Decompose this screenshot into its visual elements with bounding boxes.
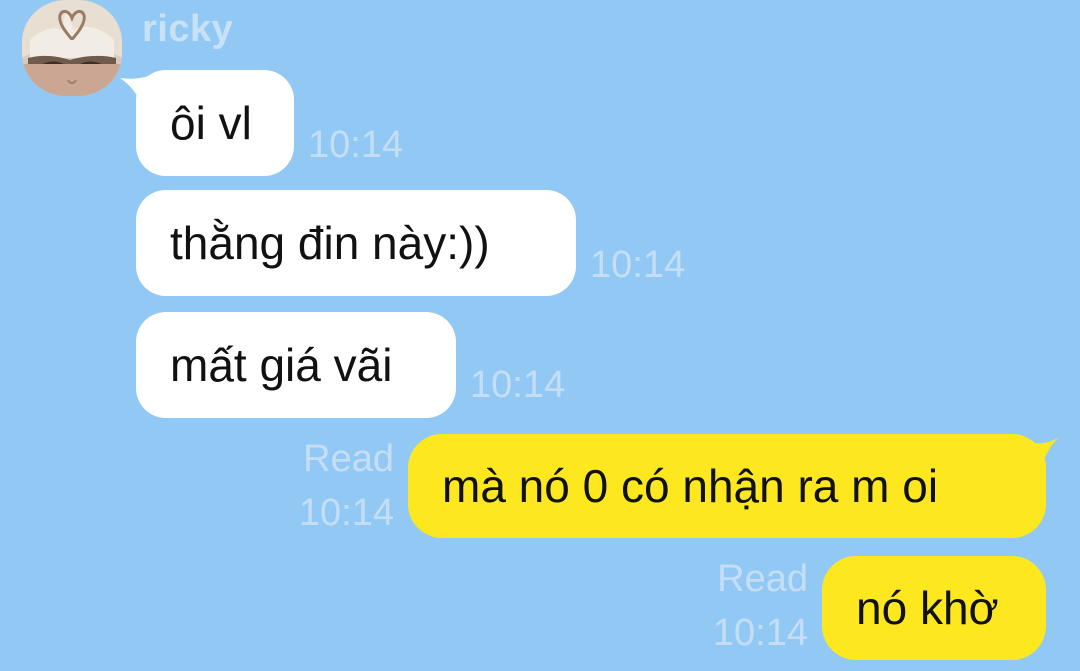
- message-text: nó khờ: [856, 582, 999, 634]
- message-text: thằng đin này:)): [170, 217, 490, 269]
- read-status: Read: [717, 558, 808, 600]
- message-time: 10:14: [470, 364, 566, 406]
- chat-conversation: ricky ôi vl 10:14 thằng đin này:)) 10:14…: [0, 0, 1080, 671]
- message-time: 10:14: [308, 124, 404, 166]
- message-text: mà nó 0 có nhận ra m oi: [442, 460, 939, 512]
- message-time: 10:14: [712, 612, 808, 654]
- message-text: mất giá vãi: [170, 339, 393, 391]
- read-status: Read: [303, 438, 394, 480]
- message-bubble-incoming[interactable]: thằng đin này:)): [136, 190, 576, 296]
- sender-name: ricky: [142, 8, 234, 50]
- message-bubble-outgoing[interactable]: nó khờ: [822, 556, 1046, 660]
- message-meta-outgoing: Read 10:14: [708, 552, 808, 660]
- message-bubble-outgoing[interactable]: mà nó 0 có nhận ra m oi: [408, 434, 1046, 538]
- message-bubble-incoming[interactable]: mất giá vãi: [136, 312, 456, 418]
- message-text: ôi vl: [170, 97, 252, 149]
- message-time: 10:14: [298, 492, 394, 534]
- message-bubble-incoming[interactable]: ôi vl: [136, 70, 294, 176]
- sender-avatar[interactable]: [22, 0, 122, 96]
- message-meta-outgoing: Read 10:14: [294, 432, 394, 540]
- message-time: 10:14: [590, 244, 686, 286]
